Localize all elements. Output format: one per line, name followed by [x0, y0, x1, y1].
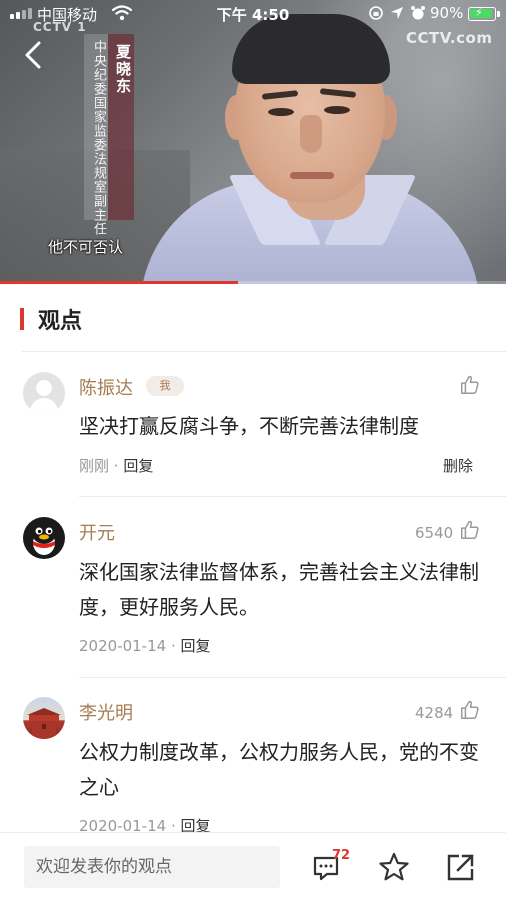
comment-text: 公权力制度改革，公权力服务人民，党的不变之心: [79, 740, 479, 799]
video-player[interactable]: 中央纪委国家监委法规室副主任 夏晓东 CCTV 1 CCTV.com 他不可否认: [0, 0, 506, 284]
battery-nub: [497, 11, 500, 17]
cctv-com-watermark: CCTV.com: [406, 29, 493, 47]
share-icon[interactable]: [443, 849, 479, 885]
status-bar: 中国移动 下午 4:50 90% ⚡: [0, 0, 506, 28]
avatar[interactable]: [23, 517, 65, 559]
like-count: 4284: [415, 704, 454, 722]
section-header: 观点: [0, 290, 506, 350]
comment-time: 2020-01-14: [79, 637, 167, 655]
like-count: 6540: [415, 524, 454, 542]
speaker-mouth: [290, 172, 334, 179]
video-progress-bar[interactable]: [0, 281, 506, 284]
chevron-left-icon: [25, 41, 41, 69]
location-icon: [391, 7, 403, 19]
section-title: 观点: [38, 309, 83, 334]
avatar[interactable]: [23, 697, 65, 739]
penguin-avatar-icon: [32, 522, 56, 555]
speaker-nose: [300, 115, 322, 153]
speaker-eye-right: [324, 106, 350, 114]
reply-button[interactable]: 回复: [123, 457, 153, 475]
meta-separator: ·: [170, 637, 181, 655]
caption-title: 中央纪委国家监委法规室副主任: [91, 40, 106, 236]
battery-icon: ⚡: [468, 6, 496, 21]
comment-time: 刚刚: [79, 457, 110, 475]
meta-separator: ·: [113, 457, 124, 475]
thumbs-up-icon[interactable]: [459, 699, 481, 721]
comment-username[interactable]: 李光明: [79, 699, 133, 725]
back-button[interactable]: [16, 38, 50, 72]
battery-percent: 90%: [430, 4, 464, 22]
comment-meta: 刚刚 · 回复: [79, 455, 153, 476]
avatar[interactable]: [23, 372, 65, 414]
comment-input[interactable]: [24, 846, 280, 888]
comment-meta: 2020-01-14 · 回复: [79, 635, 211, 656]
divider: [79, 496, 506, 497]
video-progress-fill: [0, 281, 238, 284]
caption-name: 夏晓东: [114, 44, 132, 95]
divider: [79, 677, 506, 678]
status-icons: [368, 5, 426, 21]
delete-button[interactable]: 删除: [443, 455, 473, 476]
bottom-toolbar: 72: [0, 832, 506, 900]
reply-button[interactable]: 回复: [181, 637, 211, 655]
thumbs-up-icon[interactable]: [459, 519, 481, 541]
comment-text: 深化国家法律监督体系，完善社会主义法律制度，更好服务人民。: [79, 560, 479, 619]
alarm-icon: [411, 6, 425, 20]
rotation-lock-icon: [369, 6, 383, 20]
comment-text: 坚决打赢反腐斗争，不断完善法律制度: [79, 414, 419, 438]
speaker-eye-left: [268, 108, 294, 116]
tiananmen-avatar-icon: [27, 708, 61, 739]
comment-count-badge: 72: [332, 848, 351, 863]
thumbs-up-icon[interactable]: [459, 374, 481, 396]
video-subtitle: 他不可否认: [48, 238, 124, 256]
section-accent-bar: [20, 308, 24, 330]
comment-username[interactable]: 陈振达: [79, 374, 133, 400]
me-badge: 我: [146, 376, 184, 396]
star-icon[interactable]: [376, 849, 412, 885]
divider: [22, 351, 506, 352]
comment-username[interactable]: 开元: [79, 519, 115, 545]
